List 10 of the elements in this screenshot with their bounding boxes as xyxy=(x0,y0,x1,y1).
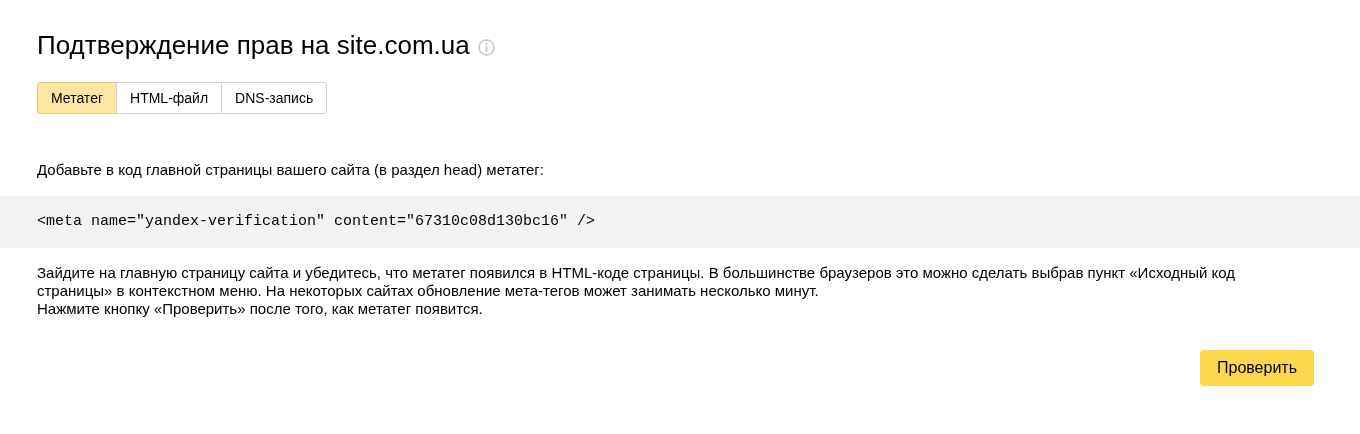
info-icon[interactable] xyxy=(477,38,495,56)
check-button[interactable]: Проверить xyxy=(1200,350,1314,386)
instructions-text: Зайдите на главную страницу сайта и убедитесь, что метатег появился в HTML-коде страницы. В большинстве браузеров это можно сделать выбрав пункт «Исходный код страницы» в контекстном меню. На некоторых сайтах обновление мета-тегов может занимать несколько минут. xyxy=(37,264,1237,300)
tab[interactable]: Метатег xyxy=(37,82,118,114)
tab[interactable]: DNS-запись xyxy=(221,82,328,114)
note-text: Нажмите кнопку «Проверить» после того, как метатег появится. xyxy=(37,300,484,318)
page-title: Подтверждение прав на site.com.ua xyxy=(37,29,470,62)
intro-text: Добавьте в код главной страницы вашего сайта (в раздел head) метатег: xyxy=(37,160,545,180)
tab[interactable]: HTML-файл xyxy=(116,82,223,114)
code-block: <meta name="yandex-verification" content="67310c08d130bc16" /> xyxy=(0,196,1360,248)
